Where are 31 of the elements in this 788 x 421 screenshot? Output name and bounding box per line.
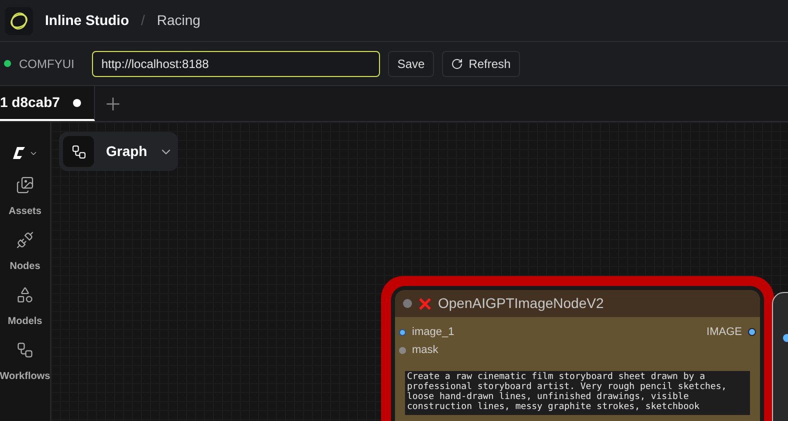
input-slot[interactable] xyxy=(399,346,406,354)
refresh-button[interactable]: Refresh xyxy=(442,50,520,76)
project-name[interactable]: Racing xyxy=(156,10,200,31)
refresh-icon xyxy=(450,58,463,70)
node-title: OpenAIGPTImageNodeV2 xyxy=(438,294,604,313)
connection-label: COMFYUI xyxy=(19,56,74,72)
url-field[interactable]: http://localhost:8188 xyxy=(92,50,380,76)
node-card[interactable] xyxy=(395,290,760,421)
sidebar-item[interactable]: Nodes xyxy=(0,231,50,274)
comfy-logo-icon[interactable] xyxy=(12,146,26,160)
nodes-icon xyxy=(16,231,34,249)
graph-icon xyxy=(70,144,86,160)
error-icon xyxy=(418,296,432,310)
input-slot[interactable] xyxy=(399,328,406,336)
workflows-icon xyxy=(16,341,34,359)
sidebar-item[interactable]: Workflows xyxy=(0,341,50,384)
app-name: Inline Studio xyxy=(45,11,129,30)
save-button[interactable]: Save xyxy=(388,50,434,76)
sidebar-item[interactable]: Assets xyxy=(0,176,50,219)
output-label: IMAGE xyxy=(706,324,742,340)
view-menu[interactable]: Graph xyxy=(59,132,178,171)
models-icon xyxy=(16,286,34,304)
sidebar-item[interactable]: Models xyxy=(0,286,50,329)
breadcrumb-separator: / xyxy=(141,11,145,30)
input-label: mask xyxy=(412,342,438,358)
workflow-tab[interactable]: 1 d8cab7 xyxy=(0,86,95,121)
output-slot[interactable] xyxy=(748,328,756,336)
assets-icon xyxy=(16,176,34,194)
prompt-textarea[interactable]: Create a raw cinematic film storyboard sheet drawn by a professional storyboard artist. Very rough pencil sketches, loose hand-drawn lines, unfinished drawings, visible construction lines, messy graphite strokes, sketchbook xyxy=(405,371,750,415)
logo-icon xyxy=(5,6,33,34)
input-label: image_1 xyxy=(412,324,454,340)
